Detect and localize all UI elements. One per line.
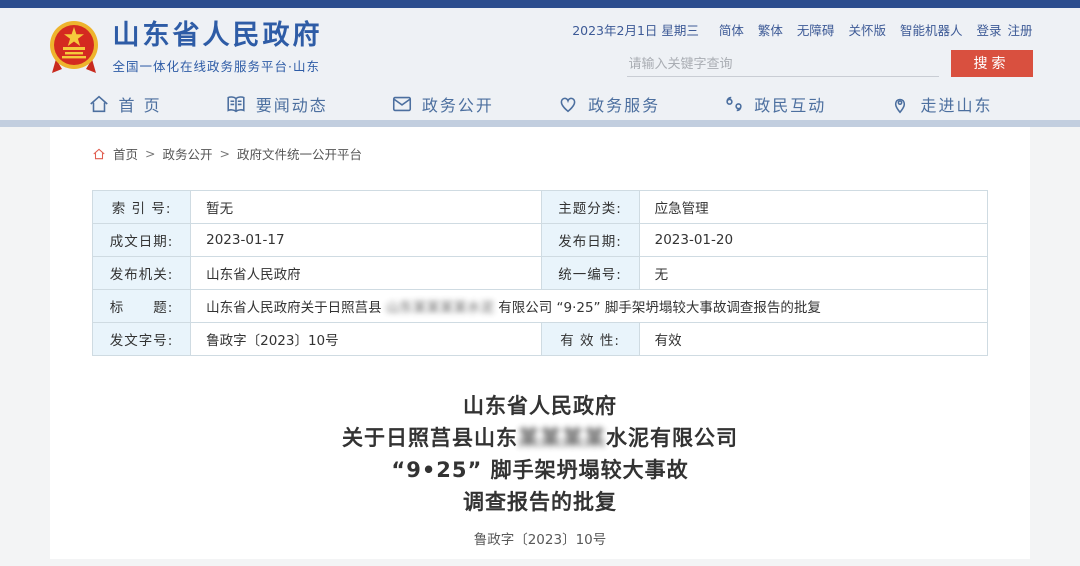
nav-item-label: 首 页 (119, 92, 162, 116)
utility-links: 2023年2月1日 星期三 简体 繁体 无障碍 关怀版 智能机器人 登录 注册 (572, 20, 1032, 39)
link-simplified[interactable]: 简体 (719, 20, 744, 39)
publish-date-label: 发布日期: (541, 224, 639, 257)
title-suffix: 有限公司 “9·25” 脚手架坍塌较大事故调查报告的批复 (498, 300, 821, 316)
link-care-version[interactable]: 关怀版 (848, 20, 886, 39)
breadcrumb-item-home[interactable]: 首页 (113, 144, 138, 163)
table-row: 成文日期: 2023-01-17 发布日期: 2023-01-20 (93, 224, 988, 257)
document-number: 鲁政字〔2023〕10号 (50, 528, 1030, 548)
top-accent-bar (0, 0, 1080, 8)
nav-item-gov-info[interactable]: 政务公开 (391, 92, 494, 116)
topic-category-label: 主题分类: (541, 191, 639, 224)
table-row: 发文字号: 鲁政字〔2023〕10号 有 效 性: 有效 (93, 323, 988, 356)
table-row: 索 引 号: 暂无 主题分类: 应急管理 (93, 191, 988, 224)
link-traditional[interactable]: 繁体 (758, 20, 783, 39)
validity-value: 有效 (639, 323, 987, 356)
heading-line-2-prefix: 关于日照莒县山东 (342, 426, 518, 450)
index-number-label: 索 引 号: (93, 191, 191, 224)
table-row: 标 题: 山东省人民政府关于日照莒县 山东某某某某水泥 有限公司 “9·25” … (93, 290, 988, 323)
link-register[interactable]: 注册 (1007, 20, 1032, 39)
mail-icon (391, 93, 413, 115)
breadcrumb-item-gov-info[interactable]: 政务公开 (163, 144, 213, 163)
site-title: 山东省人民政府 (113, 21, 323, 51)
heading-line-4: 调查报告的批复 (50, 486, 1030, 518)
site-header: 山东省人民政府 全国一体化在线政务服务平台·山东 2023年2月1日 星期三 简… (0, 8, 1080, 88)
nav-item-about-shandong[interactable]: 走进山东 (889, 92, 992, 116)
index-number-value: 暂无 (191, 191, 541, 224)
unified-number-label: 统一编号: (541, 257, 639, 290)
heart-icon (557, 93, 579, 115)
title-prefix: 山东省人民政府关于日照莒县 (206, 300, 382, 316)
written-date-value: 2023-01-17 (191, 224, 541, 257)
breadcrumb-separator: > (145, 146, 155, 161)
title-label: 标 题: (93, 290, 191, 323)
site-subtitle: 全国一体化在线政务服务平台·山东 (113, 56, 323, 75)
link-login[interactable]: 登录 (976, 20, 1001, 39)
document-meta-table: 索 引 号: 暂无 主题分类: 应急管理 成文日期: 2023-01-17 发布… (92, 190, 988, 356)
chat-icon (723, 93, 745, 115)
unified-number-value: 无 (639, 257, 987, 290)
nav-item-label: 政民互动 (754, 92, 826, 116)
search-button[interactable]: 搜索 (951, 50, 1033, 77)
breadcrumb-item-platform[interactable]: 政府文件统一公开平台 (237, 144, 362, 163)
map-pin-icon (889, 93, 911, 115)
doc-number-value: 鲁政字〔2023〕10号 (191, 323, 541, 356)
main-content: 首页 > 政务公开 > 政府文件统一公开平台 索 引 号: 暂无 主题分类: 应… (50, 127, 1030, 559)
table-row: 发布机关: 山东省人民政府 统一编号: 无 (93, 257, 988, 290)
breadcrumb-home-icon (92, 147, 106, 161)
breadcrumb-separator: > (220, 146, 230, 161)
redacted-text: 山东某某某某水泥 (386, 300, 494, 316)
title-value: 山东省人民政府关于日照莒县 山东某某某某水泥 有限公司 “9·25” 脚手架坍塌… (191, 290, 988, 323)
current-date: 2023年2月1日 星期三 (572, 20, 699, 39)
site-brand[interactable]: 山东省人民政府 全国一体化在线政务服务平台·山东 (48, 19, 323, 77)
book-icon (225, 93, 247, 115)
issuing-agency-label: 发布机关: (93, 257, 191, 290)
search-input[interactable] (627, 53, 939, 77)
heading-line-2-suffix: 水泥有限公司 (606, 426, 738, 450)
national-emblem-icon (48, 19, 100, 77)
issuing-agency-value: 山东省人民政府 (191, 257, 541, 290)
document-heading: 山东省人民政府 关于日照莒县山东某某某某水泥有限公司 “9•25” 脚手架坍塌较… (50, 390, 1030, 548)
topic-category-value: 应急管理 (639, 191, 987, 224)
heading-line-2: 关于日照莒县山东某某某某水泥有限公司 (50, 422, 1030, 454)
link-smart-robot[interactable]: 智能机器人 (900, 20, 963, 39)
main-nav: 首 页 要闻动态 政务公开 政务服务 政民互动 (0, 88, 1080, 127)
nav-item-news[interactable]: 要闻动态 (225, 92, 328, 116)
link-accessibility[interactable]: 无障碍 (797, 20, 835, 39)
written-date-label: 成文日期: (93, 224, 191, 257)
breadcrumb: 首页 > 政务公开 > 政府文件统一公开平台 (92, 144, 1030, 163)
heading-line-1: 山东省人民政府 (50, 390, 1030, 422)
nav-item-label: 要闻动态 (256, 92, 328, 116)
nav-item-interaction[interactable]: 政民互动 (723, 92, 826, 116)
heading-line-3: “9•25” 脚手架坍塌较大事故 (50, 454, 1030, 486)
publish-date-value: 2023-01-20 (639, 224, 987, 257)
home-icon (88, 93, 110, 115)
nav-item-label: 政务公开 (422, 92, 494, 116)
nav-item-home[interactable]: 首 页 (88, 92, 162, 116)
nav-item-label: 政务服务 (588, 92, 660, 116)
nav-item-label: 走进山东 (920, 92, 992, 116)
redacted-text: 某某某某 (518, 426, 606, 450)
doc-number-label: 发文字号: (93, 323, 191, 356)
nav-item-gov-services[interactable]: 政务服务 (557, 92, 660, 116)
validity-label: 有 效 性: (541, 323, 639, 356)
